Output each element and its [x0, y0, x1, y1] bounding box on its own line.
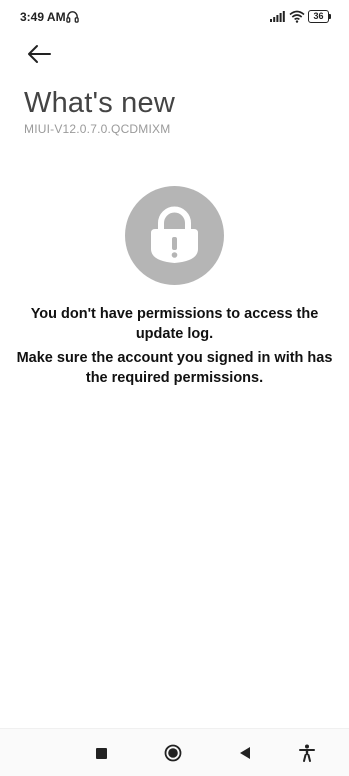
screen: 3:49 AM 36 What's new MIUI-V12.0.7.0.QCD…: [0, 0, 349, 776]
battery-level: 36: [308, 10, 329, 23]
account-hint-message: Make sure the account you signed in with…: [16, 350, 333, 386]
lock-alert-icon: [151, 206, 198, 263]
status-bar: 3:49 AM 36: [0, 0, 349, 34]
back-arrow-icon: [28, 45, 51, 63]
nav-back-button[interactable]: [235, 743, 255, 763]
accessibility-button[interactable]: [297, 743, 317, 763]
home-icon: [164, 744, 182, 762]
permission-message: You don't have permissions to access the…: [30, 306, 319, 342]
battery-tip: [329, 14, 331, 19]
page-title: What's new: [24, 87, 175, 119]
status-time: 3:49 AM: [20, 10, 66, 24]
back-button[interactable]: [22, 40, 54, 68]
version-subtitle: MIUI-V12.0.7.0.QCDMIXM: [24, 122, 171, 136]
signal-icon: [270, 11, 285, 22]
battery-icon: 36: [308, 10, 332, 23]
accessibility-icon: [299, 744, 315, 762]
lock-badge: [125, 186, 224, 285]
back-icon: [240, 747, 250, 759]
recents-button[interactable]: [91, 743, 111, 763]
recents-icon: [96, 748, 107, 759]
wifi-icon: [289, 10, 305, 23]
navigation-bar: [0, 728, 349, 776]
headphone-icon: [66, 11, 79, 23]
home-button[interactable]: [163, 743, 183, 763]
